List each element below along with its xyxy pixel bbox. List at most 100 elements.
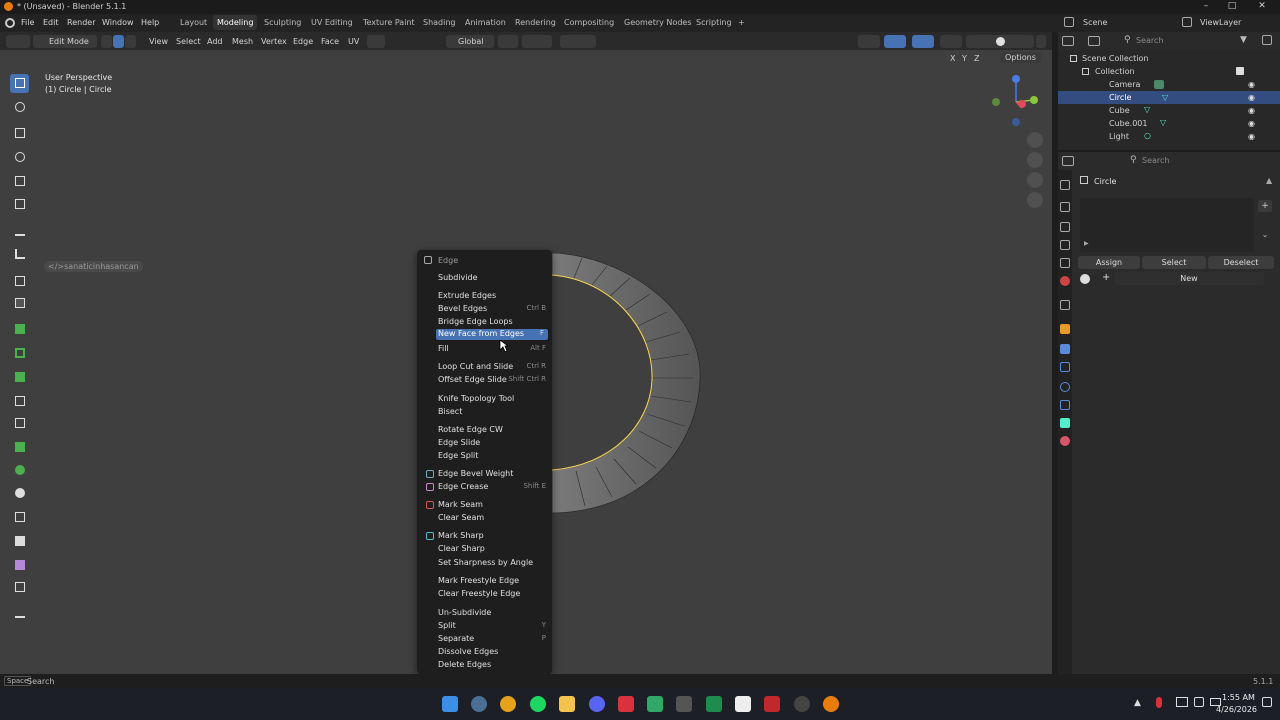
select-box-tool[interactable] <box>10 74 29 93</box>
add-workspace-button[interactable]: + <box>734 15 749 30</box>
windows-start-icon[interactable] <box>442 696 458 712</box>
scene-tab-icon[interactable] <box>1060 258 1070 268</box>
viewlayer-selector[interactable]: ViewLayer <box>1200 18 1241 27</box>
menu-vertex[interactable]: Vertex <box>258 35 290 48</box>
menu-item-new-face-from-edges[interactable]: New Face from Edges F <box>436 329 548 340</box>
constraints-tab-icon[interactable] <box>1060 400 1070 410</box>
vertex-group-list[interactable] <box>1080 198 1254 252</box>
xyz-label-z[interactable]: Z <box>974 54 979 63</box>
select-mode-face[interactable] <box>125 35 136 48</box>
tray-chevron-icon[interactable]: ▲ <box>1134 698 1141 708</box>
menu-edge[interactable]: Edge <box>290 35 316 48</box>
menu-view[interactable]: View <box>146 35 171 48</box>
menu-item-fill[interactable]: Fill Alt F <box>438 344 550 356</box>
shear-tool[interactable] <box>10 556 29 575</box>
menu-mesh[interactable]: Mesh <box>229 35 256 48</box>
menu-item-clear-seam[interactable]: Clear Seam <box>438 513 550 525</box>
menu-uv[interactable]: UV <box>345 35 362 48</box>
tree-item-cube[interactable]: Cube ▽ <box>1058 104 1280 117</box>
transform-tool[interactable] <box>10 195 29 214</box>
menu-item-edge-crease[interactable]: Edge Crease Shift E <box>438 482 550 494</box>
chrome-icon[interactable] <box>500 696 516 712</box>
green-app-icon[interactable] <box>647 696 663 712</box>
menu-render[interactable]: Render <box>67 18 95 27</box>
menu-file[interactable]: File <box>21 18 34 27</box>
tab-scripting[interactable]: Scripting <box>692 15 736 30</box>
blender-menu-icon[interactable] <box>5 18 15 28</box>
spotify-icon[interactable] <box>530 696 546 712</box>
menu-item-edge-slide[interactable]: Edge Slide <box>438 438 550 450</box>
controller-app-icon[interactable] <box>676 696 692 712</box>
scene-icon[interactable] <box>1064 17 1074 27</box>
menu-add[interactable]: Add <box>204 35 226 48</box>
annotate-tool[interactable] <box>10 222 29 241</box>
select-button[interactable]: Select <box>1142 256 1206 269</box>
menu-item-rotate-edge-cw[interactable]: Rotate Edge CW <box>438 425 550 437</box>
rotate-tool[interactable] <box>10 148 29 167</box>
discord-icon[interactable] <box>589 696 605 712</box>
eye-icon[interactable]: ◉ <box>1248 80 1255 89</box>
solid-shading-icon[interactable] <box>996 37 1005 46</box>
editor-type-button[interactable] <box>6 35 30 48</box>
cursor-tool[interactable] <box>10 98 29 117</box>
viewlayer-icon[interactable] <box>1182 17 1192 27</box>
close-button[interactable]: ✕ <box>1252 1 1272 11</box>
clock-time[interactable]: 1:55 AM <box>1222 693 1255 702</box>
menu-item-un-subdivide[interactable]: Un-Subdivide <box>438 608 550 620</box>
red-app-icon[interactable] <box>618 696 634 712</box>
tool-tab-icon[interactable] <box>1060 180 1070 190</box>
tab-sculpting[interactable]: Sculpting <box>260 15 305 30</box>
tab-uv-editing[interactable]: UV Editing <box>307 15 357 30</box>
menu-item-knife-topology-tool[interactable]: Knife Topology Tool <box>438 394 550 406</box>
tab-shading[interactable]: Shading <box>419 15 460 30</box>
menu-edit[interactable]: Edit <box>43 18 59 27</box>
inset-tool[interactable] <box>10 344 29 363</box>
rip-region-tool[interactable] <box>10 578 29 597</box>
maximize-button[interactable]: □ <box>1222 1 1242 11</box>
volume-icon[interactable] <box>1194 697 1204 707</box>
red-tool-app-icon[interactable] <box>764 696 780 712</box>
shrink-fatten-tool[interactable] <box>10 532 29 551</box>
view-layer-tab-icon[interactable] <box>1060 240 1070 250</box>
blender-taskbar-icon[interactable] <box>823 696 839 712</box>
spin-tool[interactable] <box>10 461 29 480</box>
render-tab-icon[interactable] <box>1060 202 1070 212</box>
menu-item-edge-split[interactable]: Edge Split <box>438 451 550 463</box>
tree-item-cube-001[interactable]: Cube.001 ▽ <box>1058 117 1280 130</box>
edge-slide-tool[interactable] <box>10 508 29 527</box>
poly-build-tool[interactable] <box>10 438 29 457</box>
xyz-label-y[interactable]: Y <box>962 54 967 63</box>
uv-dropdown[interactable] <box>367 35 385 48</box>
tab-geometry-nodes[interactable]: Geometry Nodes <box>620 15 695 30</box>
tree-item-light[interactable]: Light ○ <box>1058 130 1280 143</box>
tree-item-scene-collection[interactable]: Scene Collection <box>1058 52 1280 65</box>
material-tab-icon[interactable] <box>1060 436 1070 446</box>
eye-icon[interactable]: ◉ <box>1248 106 1255 115</box>
menu-item-extrude-edges[interactable]: Extrude Edges <box>438 291 550 303</box>
smooth-tool[interactable] <box>10 484 29 503</box>
extrude-region-tool[interactable] <box>10 320 29 339</box>
modifier-tab-icon[interactable] <box>1060 344 1070 354</box>
menu-item-delete-edges[interactable]: Delete Edges <box>438 660 550 672</box>
physics-tab-icon[interactable] <box>1060 382 1070 392</box>
new-collection-icon[interactable] <box>1262 35 1272 45</box>
tree-item-circle[interactable]: Circle ▽ <box>1058 91 1280 104</box>
tab-modeling[interactable]: Modeling <box>213 15 258 30</box>
collection-checkbox[interactable] <box>1236 67 1244 75</box>
menu-item-clear-freestyle-edge[interactable]: Clear Freestyle Edge <box>438 589 550 601</box>
menu-item-bisect[interactable]: Bisect <box>438 407 550 419</box>
menu-item-clear-sharp[interactable]: Clear Sharp <box>438 544 550 556</box>
scale-tool[interactable] <box>10 172 29 191</box>
excel-like-app-icon[interactable] <box>706 696 722 712</box>
eye-icon[interactable]: ◉ <box>1248 119 1255 128</box>
navigation-gizmo[interactable] <box>988 74 1044 130</box>
menu-item-offset-edge-slide[interactable]: Offset Edge Slide Shift Ctrl R <box>438 375 550 387</box>
display-mode-icon[interactable] <box>1088 36 1100 46</box>
xyz-label-x[interactable]: X <box>950 54 955 63</box>
tab-compositing[interactable]: Compositing <box>560 15 618 30</box>
menu-window[interactable]: Window <box>102 18 134 27</box>
bevel-tool[interactable] <box>10 368 29 387</box>
capcut-icon[interactable] <box>735 696 751 712</box>
pivot-dropdown[interactable] <box>498 35 518 48</box>
file-explorer-icon[interactable] <box>559 696 575 712</box>
